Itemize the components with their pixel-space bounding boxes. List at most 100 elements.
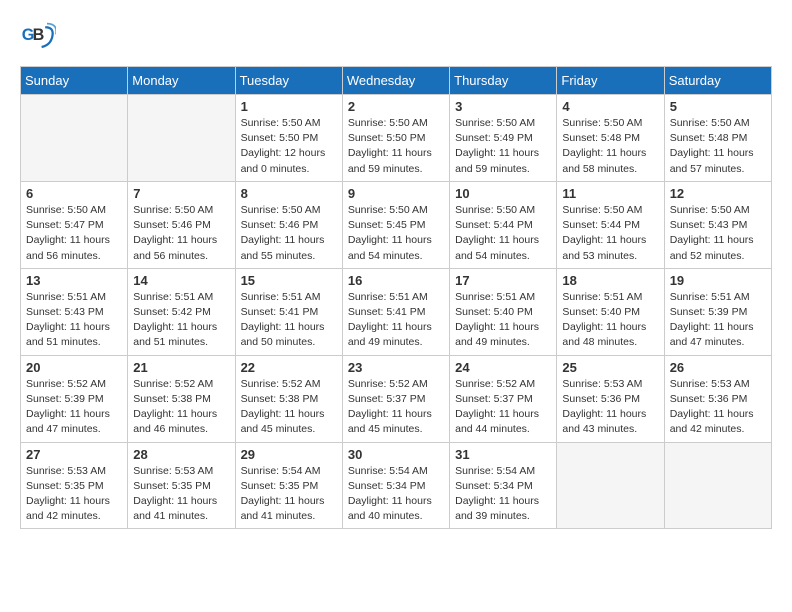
day-info: Sunrise: 5:50 AMSunset: 5:45 PMDaylight:… bbox=[348, 203, 444, 264]
calendar-cell: 13Sunrise: 5:51 AMSunset: 5:43 PMDayligh… bbox=[21, 268, 128, 355]
day-info: Sunrise: 5:54 AMSunset: 5:34 PMDaylight:… bbox=[455, 464, 551, 525]
calendar-cell: 4 Sunrise: 5:50 AMSunset: 5:48 PMDaylight… bbox=[557, 95, 664, 182]
header-cell-wednesday: Wednesday bbox=[342, 67, 449, 95]
day-info: Sunrise: 5:51 AMSunset: 5:42 PMDaylight:… bbox=[133, 290, 229, 351]
day-number: 18 bbox=[562, 273, 658, 288]
calendar-cell: 20Sunrise: 5:52 AMSunset: 5:39 PMDayligh… bbox=[21, 355, 128, 442]
calendar-cell: 26 Sunrise: 5:53 AMSunset: 5:36 PMDayligh… bbox=[664, 355, 771, 442]
day-number: 16 bbox=[348, 273, 444, 288]
day-number: 20 bbox=[26, 360, 122, 375]
day-number: 8 bbox=[241, 186, 337, 201]
calendar-cell: 2Sunrise: 5:50 AMSunset: 5:50 PMDaylight… bbox=[342, 95, 449, 182]
day-info: Sunrise: 5:52 AMSunset: 5:37 PMDaylight:… bbox=[348, 377, 444, 438]
day-number: 24 bbox=[455, 360, 551, 375]
calendar-cell: 9 Sunrise: 5:50 AMSunset: 5:45 PMDaylight… bbox=[342, 181, 449, 268]
day-number: 22 bbox=[241, 360, 337, 375]
calendar-cell: 29Sunrise: 5:54 AMSunset: 5:35 PMDayligh… bbox=[235, 442, 342, 529]
day-number: 3 bbox=[455, 99, 551, 114]
week-row-5: 27 Sunrise: 5:53 AMSunset: 5:35 PMDayligh… bbox=[21, 442, 772, 529]
calendar-cell: 7 Sunrise: 5:50 AMSunset: 5:46 PMDaylight… bbox=[128, 181, 235, 268]
calendar-cell: 24 Sunrise: 5:52 AMSunset: 5:37 PMDayligh… bbox=[450, 355, 557, 442]
week-row-4: 20Sunrise: 5:52 AMSunset: 5:39 PMDayligh… bbox=[21, 355, 772, 442]
day-info: Sunrise: 5:50 AMSunset: 5:44 PMDaylight:… bbox=[562, 203, 658, 264]
day-number: 4 bbox=[562, 99, 658, 114]
header-cell-thursday: Thursday bbox=[450, 67, 557, 95]
day-info: Sunrise: 5:51 AMSunset: 5:41 PMDaylight:… bbox=[348, 290, 444, 351]
day-info: Sunrise: 5:50 AMSunset: 5:49 PMDaylight:… bbox=[455, 116, 551, 177]
day-number: 27 bbox=[26, 447, 122, 462]
day-info: Sunrise: 5:54 AMSunset: 5:34 PMDaylight:… bbox=[348, 464, 444, 525]
day-info: Sunrise: 5:51 AMSunset: 5:40 PMDaylight:… bbox=[455, 290, 551, 351]
calendar-cell: 30 Sunrise: 5:54 AMSunset: 5:34 PMDayligh… bbox=[342, 442, 449, 529]
day-info: Sunrise: 5:50 AMSunset: 5:46 PMDaylight:… bbox=[241, 203, 337, 264]
day-info: Sunrise: 5:53 AMSunset: 5:35 PMDaylight:… bbox=[26, 464, 122, 525]
calendar-body: 1Sunrise: 5:50 AMSunset: 5:50 PMDaylight… bbox=[21, 95, 772, 529]
day-number: 7 bbox=[133, 186, 229, 201]
week-row-2: 6 Sunrise: 5:50 AMSunset: 5:47 PMDaylight… bbox=[21, 181, 772, 268]
calendar-cell: 16 Sunrise: 5:51 AMSunset: 5:41 PMDayligh… bbox=[342, 268, 449, 355]
calendar-cell: 14 Sunrise: 5:51 AMSunset: 5:42 PMDayligh… bbox=[128, 268, 235, 355]
day-info: Sunrise: 5:50 AMSunset: 5:48 PMDaylight:… bbox=[670, 116, 766, 177]
calendar-cell: 21 Sunrise: 5:52 AMSunset: 5:38 PMDayligh… bbox=[128, 355, 235, 442]
calendar-table: SundayMondayTuesdayWednesdayThursdayFrid… bbox=[20, 66, 772, 529]
day-info: Sunrise: 5:53 AMSunset: 5:36 PMDaylight:… bbox=[562, 377, 658, 438]
calendar-header: SundayMondayTuesdayWednesdayThursdayFrid… bbox=[21, 67, 772, 95]
calendar-cell: 6 Sunrise: 5:50 AMSunset: 5:47 PMDaylight… bbox=[21, 181, 128, 268]
day-info: Sunrise: 5:50 AMSunset: 5:46 PMDaylight:… bbox=[133, 203, 229, 264]
calendar-cell: 22 Sunrise: 5:52 AMSunset: 5:38 PMDayligh… bbox=[235, 355, 342, 442]
calendar-cell bbox=[557, 442, 664, 529]
day-info: Sunrise: 5:51 AMSunset: 5:41 PMDaylight:… bbox=[241, 290, 337, 351]
day-info: Sunrise: 5:54 AMSunset: 5:35 PMDaylight:… bbox=[241, 464, 337, 525]
day-info: Sunrise: 5:52 AMSunset: 5:38 PMDaylight:… bbox=[241, 377, 337, 438]
header-cell-sunday: Sunday bbox=[21, 67, 128, 95]
header-cell-monday: Monday bbox=[128, 67, 235, 95]
calendar-cell: 28Sunrise: 5:53 AMSunset: 5:35 PMDayligh… bbox=[128, 442, 235, 529]
day-info: Sunrise: 5:52 AMSunset: 5:38 PMDaylight:… bbox=[133, 377, 229, 438]
calendar-cell bbox=[128, 95, 235, 182]
page-header: G B bbox=[20, 20, 772, 56]
logo-icon: G B bbox=[20, 20, 56, 56]
day-info: Sunrise: 5:52 AMSunset: 5:37 PMDaylight:… bbox=[455, 377, 551, 438]
calendar-cell: 5Sunrise: 5:50 AMSunset: 5:48 PMDaylight… bbox=[664, 95, 771, 182]
day-number: 30 bbox=[348, 447, 444, 462]
calendar-cell: 11 Sunrise: 5:50 AMSunset: 5:44 PMDayligh… bbox=[557, 181, 664, 268]
week-row-1: 1Sunrise: 5:50 AMSunset: 5:50 PMDaylight… bbox=[21, 95, 772, 182]
day-number: 12 bbox=[670, 186, 766, 201]
day-number: 13 bbox=[26, 273, 122, 288]
calendar-cell: 10Sunrise: 5:50 AMSunset: 5:44 PMDayligh… bbox=[450, 181, 557, 268]
header-cell-friday: Friday bbox=[557, 67, 664, 95]
day-info: Sunrise: 5:51 AMSunset: 5:40 PMDaylight:… bbox=[562, 290, 658, 351]
calendar-cell: 15 Sunrise: 5:51 AMSunset: 5:41 PMDayligh… bbox=[235, 268, 342, 355]
calendar-cell: 12 Sunrise: 5:50 AMSunset: 5:43 PMDayligh… bbox=[664, 181, 771, 268]
day-info: Sunrise: 5:53 AMSunset: 5:36 PMDaylight:… bbox=[670, 377, 766, 438]
day-number: 9 bbox=[348, 186, 444, 201]
calendar-cell: 17Sunrise: 5:51 AMSunset: 5:40 PMDayligh… bbox=[450, 268, 557, 355]
week-row-3: 13Sunrise: 5:51 AMSunset: 5:43 PMDayligh… bbox=[21, 268, 772, 355]
calendar-cell: 25 Sunrise: 5:53 AMSunset: 5:36 PMDayligh… bbox=[557, 355, 664, 442]
day-number: 21 bbox=[133, 360, 229, 375]
day-number: 1 bbox=[241, 99, 337, 114]
day-info: Sunrise: 5:50 AMSunset: 5:47 PMDaylight:… bbox=[26, 203, 122, 264]
day-info: Sunrise: 5:50 AMSunset: 5:43 PMDaylight:… bbox=[670, 203, 766, 264]
calendar-cell: 31 Sunrise: 5:54 AMSunset: 5:34 PMDayligh… bbox=[450, 442, 557, 529]
day-number: 14 bbox=[133, 273, 229, 288]
calendar-cell: 1Sunrise: 5:50 AMSunset: 5:50 PMDaylight… bbox=[235, 95, 342, 182]
day-number: 31 bbox=[455, 447, 551, 462]
calendar-cell: 8 Sunrise: 5:50 AMSunset: 5:46 PMDaylight… bbox=[235, 181, 342, 268]
calendar-cell: 27 Sunrise: 5:53 AMSunset: 5:35 PMDayligh… bbox=[21, 442, 128, 529]
day-number: 11 bbox=[562, 186, 658, 201]
day-number: 15 bbox=[241, 273, 337, 288]
calendar-cell: 3 Sunrise: 5:50 AMSunset: 5:49 PMDaylight… bbox=[450, 95, 557, 182]
day-number: 6 bbox=[26, 186, 122, 201]
day-number: 25 bbox=[562, 360, 658, 375]
day-number: 26 bbox=[670, 360, 766, 375]
calendar-cell bbox=[21, 95, 128, 182]
day-info: Sunrise: 5:50 AMSunset: 5:48 PMDaylight:… bbox=[562, 116, 658, 177]
day-number: 28 bbox=[133, 447, 229, 462]
header-cell-tuesday: Tuesday bbox=[235, 67, 342, 95]
day-info: Sunrise: 5:50 AMSunset: 5:44 PMDaylight:… bbox=[455, 203, 551, 264]
calendar-cell bbox=[664, 442, 771, 529]
day-number: 2 bbox=[348, 99, 444, 114]
day-number: 19 bbox=[670, 273, 766, 288]
header-row: SundayMondayTuesdayWednesdayThursdayFrid… bbox=[21, 67, 772, 95]
